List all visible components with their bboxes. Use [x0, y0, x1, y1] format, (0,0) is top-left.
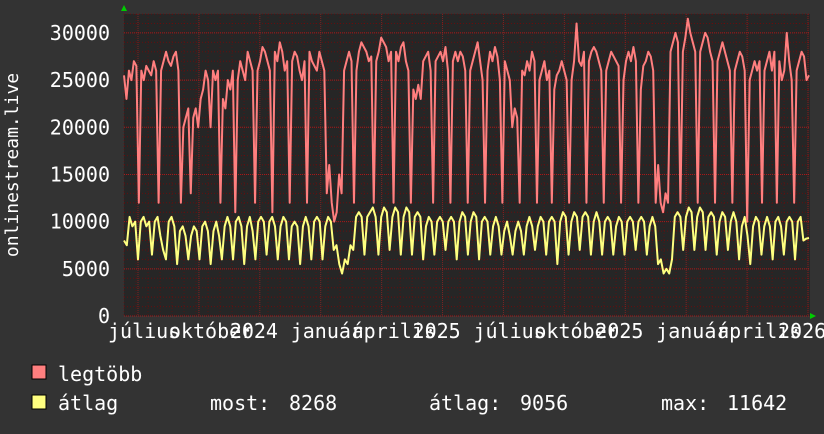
stat-max-value: 11642: [727, 391, 787, 415]
x-tick-label: 2025: [595, 319, 643, 343]
stats-row: most: 8268 átlag: 9056 max: 11642: [210, 391, 787, 415]
x-tick-label: 2024: [230, 319, 278, 343]
stat-now-value: 8268: [289, 391, 337, 415]
stat-avg-label: átlag:: [429, 391, 501, 415]
stat-max-label: max:: [661, 391, 709, 415]
y-tick-label: 15000: [50, 162, 110, 186]
legend-label-max: legtöbb: [58, 362, 142, 386]
stat-now-label: most:: [210, 391, 270, 415]
legend-swatch-max: [31, 364, 47, 380]
y-tick-label: 5000: [62, 257, 110, 281]
chart-container: onlinestream.live 0 5000 10000 15000 20000 25…: [0, 0, 824, 430]
y-axis-title: onlinestream.live: [2, 73, 23, 257]
chart-svg: onlinestream.live 0500010000150002000025…: [0, 0, 824, 430]
x-tick-label: 2025: [413, 319, 461, 343]
stat-avg-value: 9056: [520, 391, 568, 415]
y-tick-label: 25000: [50, 68, 110, 92]
x-tick-label: 2026: [778, 319, 824, 343]
y-tick-label: 10000: [50, 210, 110, 234]
legend-label-avg: átlag: [58, 391, 118, 415]
y-tick-label: 30000: [50, 21, 110, 45]
legend-swatch-avg: [31, 394, 47, 410]
y-tick-label: 20000: [50, 115, 110, 139]
